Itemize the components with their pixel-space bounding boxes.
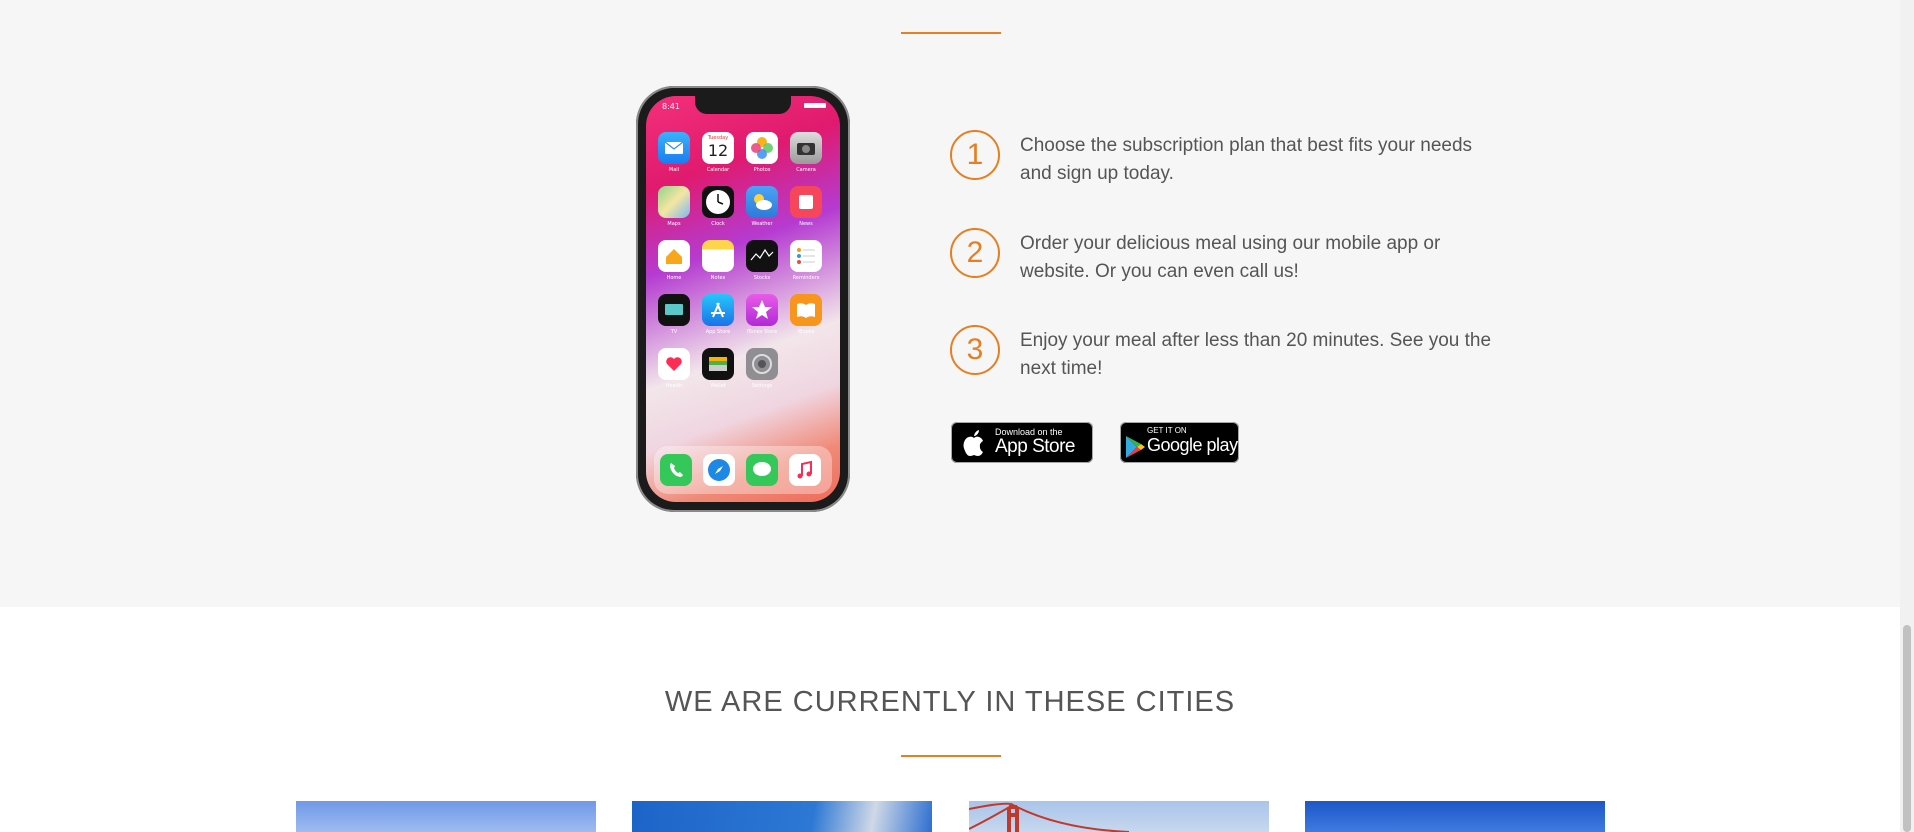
phone-status-icons xyxy=(804,103,826,108)
phone-time: 8:41 xyxy=(662,102,680,111)
app-label: Weather xyxy=(751,221,773,227)
stocks-app-icon: Stocks xyxy=(746,240,778,281)
city-card-2[interactable] xyxy=(632,801,932,832)
step-text: Choose the subscription plan that best f… xyxy=(1020,135,1473,184)
app-store-badge[interactable]: Download on the App Store xyxy=(951,422,1093,463)
home-app-icon: Home xyxy=(658,240,690,281)
app-label: Home xyxy=(666,275,682,281)
app-label: App Store xyxy=(705,329,731,335)
google-play-badge-line2: Google play xyxy=(1147,435,1238,455)
mail-app-icon: Mail xyxy=(658,132,690,173)
google-play-badge[interactable]: GET IT ON Google play xyxy=(1120,422,1239,463)
safari-app-icon xyxy=(703,454,735,486)
city-card-1[interactable] xyxy=(296,801,596,832)
app-label: Calendar xyxy=(706,167,730,173)
app-label: Notes xyxy=(710,275,726,281)
app-label: TV xyxy=(670,329,678,335)
app-label: Clock xyxy=(711,221,725,227)
photos-app-icon: Photos xyxy=(746,132,778,173)
step-2: 2 Order your delicious meal using our mo… xyxy=(950,228,1500,286)
phone-app-grid: Mail Tuesday 12 Calendar Photos Camera Map… xyxy=(658,132,830,389)
app-label: Wallet xyxy=(710,383,726,389)
app-store-app-icon: App Store xyxy=(702,294,734,335)
phone-screen: 8:41 Mail Tuesday 12 Calendar Photos Camer… xyxy=(646,96,840,502)
reminders-app-icon: Reminders xyxy=(790,240,822,281)
maps-app-icon: Maps xyxy=(658,186,690,227)
google-play-icon xyxy=(1126,436,1145,458)
phone-mockup-image: 8:41 Mail Tuesday 12 Calendar Photos Camer… xyxy=(636,86,854,514)
page-scrollbar[interactable] xyxy=(1900,0,1914,832)
health-app-icon: Health xyxy=(658,348,690,389)
wallet-app-icon: Wallet xyxy=(702,348,734,389)
city-card-3[interactable] xyxy=(969,801,1269,832)
music-app-icon xyxy=(789,454,821,486)
camera-app-icon: Camera xyxy=(790,132,822,173)
section-divider xyxy=(901,32,1001,34)
app-label: Photos xyxy=(753,167,771,173)
itunes-store-app-icon: iTunes Store xyxy=(746,294,778,335)
how-it-works-section: 8:41 Mail Tuesday 12 Calendar Photos Camer… xyxy=(0,0,1900,607)
weather-app-icon: Weather xyxy=(746,186,778,227)
calendar-app-icon: Tuesday 12 Calendar xyxy=(702,132,734,173)
app-label: Reminders xyxy=(792,275,820,281)
app-label: iBooks xyxy=(797,329,815,335)
app-label: Camera xyxy=(796,167,816,173)
cities-section-title: WE ARE CURRENTLY IN THESE CITIES xyxy=(664,686,1236,718)
app-label: Health xyxy=(665,383,683,389)
step-number-circle: 3 xyxy=(950,325,1000,375)
app-label: Maps xyxy=(667,221,681,227)
step-text: Order your delicious meal using our mobi… xyxy=(1020,233,1441,282)
section-divider xyxy=(901,755,1001,757)
step-3: 3 Enjoy your meal after less than 20 min… xyxy=(950,325,1500,383)
city-card-4[interactable] xyxy=(1305,801,1605,832)
news-app-icon: News xyxy=(790,186,822,227)
phone-app-icon xyxy=(660,454,692,486)
tv-app-icon: TV xyxy=(658,294,690,335)
messages-app-icon xyxy=(746,454,778,486)
app-store-badge-line2: App Store xyxy=(995,436,1076,457)
google-play-badge-line1: GET IT ON xyxy=(1147,426,1187,435)
app-label: iTunes Store xyxy=(746,329,778,335)
app-label: Mail xyxy=(668,167,680,173)
iphone-frame: 8:41 Mail Tuesday 12 Calendar Photos Camer… xyxy=(636,86,850,512)
step-number-circle: 1 xyxy=(950,130,1000,180)
apple-icon xyxy=(963,430,983,456)
phone-notch xyxy=(695,96,791,114)
phone-dock xyxy=(654,446,832,494)
step-number-circle: 2 xyxy=(950,228,1000,278)
settings-app-icon: Settings xyxy=(746,348,778,389)
clock-app-icon: Clock xyxy=(702,186,734,227)
app-label: News xyxy=(799,221,813,227)
golden-gate-bridge-image xyxy=(969,802,1130,832)
app-label: Settings xyxy=(751,383,773,389)
step-text: Enjoy your meal after less than 20 minut… xyxy=(1020,330,1492,379)
scrollbar-thumb[interactable] xyxy=(1903,625,1911,832)
calendar-date: 12 xyxy=(707,141,729,160)
step-1: 1 Choose the subscription plan that best… xyxy=(950,130,1500,188)
ibooks-app-icon: iBooks xyxy=(790,294,822,335)
app-label: Stocks xyxy=(753,275,771,281)
notes-app-icon: Notes xyxy=(702,240,734,281)
